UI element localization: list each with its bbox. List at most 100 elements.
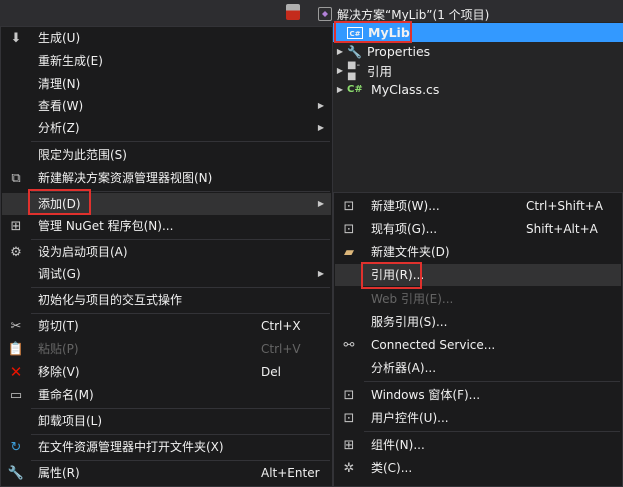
- toolbar-icon[interactable]: [286, 4, 300, 20]
- refresh-arrow-icon: ↻: [10, 439, 22, 455]
- menu-label: 限定为此范围(S): [38, 148, 127, 162]
- menu-item-add-reference[interactable]: 引用(R)...: [335, 264, 621, 286]
- menu-separator: [31, 191, 330, 192]
- expand-arrow-icon[interactable]: ▶: [333, 66, 347, 75]
- tree-item-myclass[interactable]: ▶ C# MyClass.cs: [333, 80, 440, 99]
- menu-item-analyzer[interactable]: 分析器(A)...: [335, 357, 621, 379]
- menu-separator: [31, 460, 330, 461]
- menu-item-properties[interactable]: 🔧 属性(R) Alt+Enter: [2, 462, 331, 484]
- menu-item-rename[interactable]: ▭ 重命名(M): [2, 384, 331, 406]
- new-view-icon: ⧉: [11, 170, 21, 186]
- menu-item-user-control[interactable]: ⊡ 用户控件(U)...: [335, 407, 621, 429]
- menu-label: 剪切(T): [38, 319, 79, 333]
- menu-item-cut[interactable]: ✂ 剪切(T) Ctrl+X: [2, 315, 331, 337]
- menu-item-service-reference[interactable]: 服务引用(S)...: [335, 311, 621, 333]
- menu-item-unload-project[interactable]: 卸载项目(L): [2, 410, 331, 432]
- windows-form-icon: ⊡: [343, 387, 355, 403]
- solution-explorer-tree: C# MyLib ▶ 🔧 Properties ▶ ■-■ 引用 ▶ C# My…: [333, 22, 623, 192]
- menu-item-debug[interactable]: 调试(G) ▶: [2, 263, 331, 285]
- menu-item-view[interactable]: 查看(W) ▶: [2, 95, 331, 117]
- nuget-icon: ⊞: [10, 218, 22, 234]
- tree-item-label: 引用: [367, 64, 393, 79]
- menu-item-web-reference: Web 引用(E)...: [335, 288, 621, 310]
- submenu-arrow-icon: ▶: [317, 101, 324, 110]
- menu-label: 添加(D): [38, 197, 81, 211]
- menu-label: 移除(V): [38, 365, 80, 379]
- menu-label: 初始化与项目的交互式操作: [38, 293, 183, 307]
- menu-item-existing-item[interactable]: ⊡ 现有项(G)... Shift+Alt+A: [335, 218, 621, 240]
- menu-label: 分析器(A)...: [371, 361, 437, 375]
- menu-item-open-folder[interactable]: ↻ 在文件资源管理器中打开文件夹(X): [2, 436, 331, 458]
- tree-item-label: Properties: [367, 44, 431, 59]
- menu-label: 重新生成(E): [38, 54, 103, 68]
- menu-item-new-folder[interactable]: ▰ 新建文件夹(D): [335, 241, 621, 263]
- gear-icon: ⚙: [10, 244, 22, 260]
- paste-icon: 📋: [7, 341, 25, 357]
- menu-item-manage-nuget[interactable]: ⊞ 管理 NuGet 程序包(N)...: [2, 215, 331, 237]
- menu-label: 管理 NuGet 程序包(N)...: [38, 219, 174, 233]
- menu-item-new-item[interactable]: ⊡ 新建项(W)... Ctrl+Shift+A: [335, 195, 621, 217]
- expand-arrow-icon[interactable]: ▶: [333, 85, 347, 94]
- tree-item-label: MyLib: [368, 25, 410, 40]
- menu-shortcut: Alt+Enter: [261, 466, 320, 480]
- menu-label: 现有项(G)...: [371, 222, 438, 236]
- menu-item-analyze[interactable]: 分析(Z) ▶: [2, 117, 331, 139]
- add-submenu: ⊡ 新建项(W)... Ctrl+Shift+A ⊡ 现有项(G)... Shi…: [333, 192, 623, 487]
- menu-item-component[interactable]: ⊞ 组件(N)...: [335, 434, 621, 456]
- project-context-menu: ⬇ 生成(U) 重新生成(E) 清理(N) 查看(W) ▶ 分析(Z) ▶ 限定…: [0, 26, 333, 487]
- folder-icon: ▰: [344, 244, 354, 260]
- menu-label: Connected Service...: [371, 338, 496, 352]
- component-icon: ⊞: [343, 437, 355, 453]
- menu-label: 在文件资源管理器中打开文件夹(X): [38, 440, 224, 454]
- menu-label: 组件(N)...: [371, 438, 425, 452]
- menu-separator: [364, 431, 620, 432]
- menu-item-add[interactable]: 添加(D) ▶: [2, 193, 331, 215]
- menu-separator: [31, 313, 330, 314]
- menu-item-rebuild[interactable]: 重新生成(E): [2, 50, 331, 72]
- existing-item-icon: ⊡: [343, 221, 355, 237]
- menu-label: 卸载项目(L): [38, 414, 103, 428]
- menu-item-new-explorer-view[interactable]: ⧉ 新建解决方案资源管理器视图(N): [2, 167, 331, 189]
- menu-item-windows-form[interactable]: ⊡ Windows 窗体(F)...: [335, 384, 621, 406]
- menu-label: 粘贴(P): [38, 342, 79, 356]
- menu-label: 属性(R): [38, 466, 80, 480]
- menu-label: 清理(N): [38, 77, 81, 91]
- menu-label: 引用(R)...: [371, 268, 425, 282]
- menu-shortcut: Del: [261, 365, 281, 379]
- scissors-icon: ✂: [10, 318, 22, 334]
- user-control-icon: ⊡: [343, 410, 355, 426]
- menu-label: Web 引用(E)...: [371, 292, 454, 306]
- connected-service-icon: ⚯: [343, 337, 355, 353]
- tree-item-references[interactable]: ▶ ■-■ 引用: [333, 59, 393, 82]
- menu-item-clean[interactable]: 清理(N): [2, 73, 331, 95]
- menu-label: 调试(G): [38, 267, 81, 281]
- menu-label: 重命名(M): [38, 388, 94, 402]
- menu-label: 新建解决方案资源管理器视图(N): [38, 171, 213, 185]
- menu-item-scope-to-this[interactable]: 限定为此范围(S): [2, 144, 331, 166]
- expand-arrow-icon[interactable]: ▶: [333, 47, 347, 56]
- new-item-icon: ⊡: [343, 198, 355, 214]
- menu-item-set-startup[interactable]: ⚙ 设为启动项目(A): [2, 241, 331, 263]
- close-icon: ✕: [9, 363, 23, 381]
- tree-item-mylib[interactable]: C# MyLib: [333, 23, 623, 42]
- menu-label: 分析(Z): [38, 121, 80, 135]
- menu-label: 设为启动项目(A): [38, 245, 128, 259]
- menu-item-interactive-init[interactable]: 初始化与项目的交互式操作: [2, 289, 331, 311]
- menu-separator: [31, 434, 330, 435]
- menu-item-remove[interactable]: ✕ 移除(V) Del: [2, 361, 331, 383]
- csharp-project-icon: C#: [347, 26, 363, 39]
- solution-icon: [318, 7, 332, 21]
- menu-label: Windows 窗体(F)...: [371, 388, 481, 402]
- tree-item-properties[interactable]: ▶ 🔧 Properties: [333, 42, 430, 61]
- wrench-icon: 🔧: [347, 44, 362, 59]
- menu-label: 生成(U): [38, 31, 81, 45]
- menu-label: 服务引用(S)...: [371, 315, 448, 329]
- solution-node[interactable]: 解决方案“MyLib”(1 个项目): [318, 4, 489, 24]
- menu-label: 查看(W): [38, 99, 84, 113]
- menu-separator: [31, 141, 330, 142]
- menu-item-connected-service[interactable]: ⚯ Connected Service...: [335, 334, 621, 356]
- menu-item-build[interactable]: ⬇ 生成(U): [2, 27, 331, 49]
- menu-shortcut: Ctrl+X: [261, 319, 301, 333]
- menu-item-class[interactable]: ✲ 类(C)...: [335, 457, 621, 479]
- references-icon: ■-■: [347, 59, 361, 82]
